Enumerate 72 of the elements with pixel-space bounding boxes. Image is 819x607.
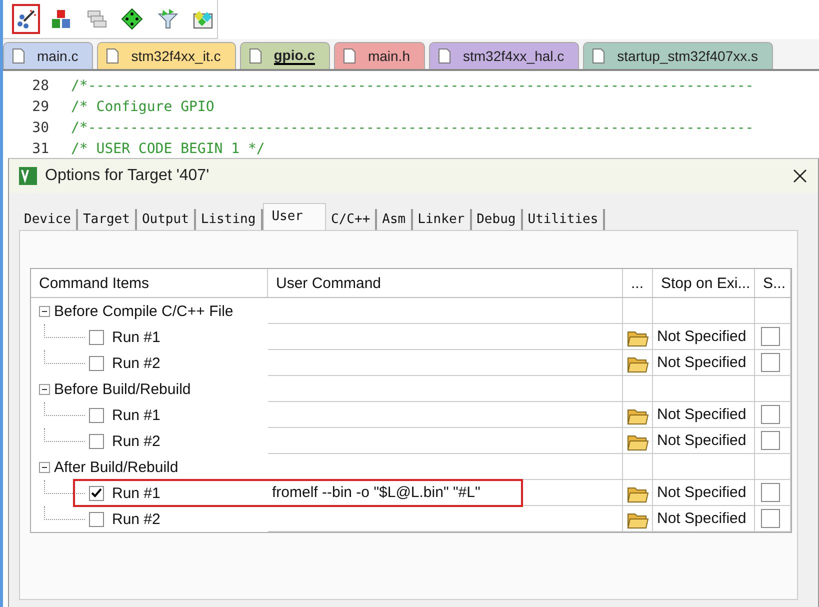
file-icon: [438, 48, 451, 64]
command-cell[interactable]: [268, 506, 623, 532]
line-number: 29: [31, 98, 50, 114]
command-cell[interactable]: [268, 350, 623, 376]
dialog-title: Options for Target '407': [45, 167, 210, 185]
line-number: 30: [31, 120, 50, 136]
app-logo-icon: [19, 167, 37, 185]
checkbox[interactable]: [761, 431, 780, 450]
checkbox[interactable]: [89, 434, 104, 448]
column-header[interactable]: User Command: [268, 269, 623, 297]
wizard-tool-button[interactable]: [12, 4, 40, 34]
checkbox[interactable]: [761, 353, 780, 372]
stop-option-cell[interactable]: Not Specified: [653, 480, 755, 506]
checkbox[interactable]: [761, 405, 780, 424]
file-tab[interactable]: startup_stm32f407xx.s: [583, 42, 774, 69]
stop-option-cell[interactable]: Not Specified: [653, 428, 755, 454]
collapse-icon[interactable]: [39, 462, 50, 472]
file-icon: [342, 48, 356, 64]
column-header[interactable]: S...: [755, 269, 791, 297]
file-icon: [592, 48, 606, 64]
tree-connector: [44, 506, 85, 520]
run-label: Run #2: [112, 510, 160, 528]
stop-option-cell[interactable]: Not Specified: [653, 506, 755, 532]
tree-connector: [44, 402, 85, 416]
stop-option-cell[interactable]: Not Specified: [653, 402, 755, 428]
group-label: Before Build/Rebuild: [54, 380, 191, 398]
file-tab[interactable]: main.c: [3, 42, 94, 69]
line-number: 31: [31, 140, 50, 156]
collapse-icon[interactable]: [39, 306, 50, 316]
file-tab[interactable]: main.h: [334, 42, 425, 69]
column-header[interactable]: Command Items: [31, 269, 268, 297]
line-number: 28: [31, 78, 50, 94]
tree-connector: [44, 324, 85, 338]
tree-connector: [44, 480, 85, 494]
file-icon: [248, 48, 262, 64]
group-label: After Build/Rebuild: [54, 458, 178, 476]
command-cell[interactable]: [268, 428, 623, 454]
code-comment: /*-------------------------------------------------------------------------------: [71, 78, 754, 94]
dialog-tab[interactable]: User: [262, 203, 326, 230]
checkbox[interactable]: [761, 327, 780, 346]
file-tab[interactable]: stm32f4xx_it.c: [97, 42, 236, 69]
command-cell[interactable]: [268, 402, 623, 428]
checkbox[interactable]: [89, 330, 104, 344]
code-comment: /*-------------------------------------------------------------------------------: [71, 120, 754, 136]
file-icon: [106, 48, 120, 64]
run-label: Run #2: [112, 354, 160, 372]
command-cell[interactable]: [268, 324, 623, 350]
command-cell[interactable]: fromelf --bin -o "$L@L.bin" "#L": [268, 480, 623, 506]
run-label: Run #1: [112, 406, 160, 424]
column-header[interactable]: ...: [623, 269, 653, 297]
stop-option-cell[interactable]: Not Specified: [653, 350, 755, 376]
run-label: Run #1: [112, 328, 160, 346]
close-icon[interactable]: [792, 168, 808, 184]
run-label: Run #2: [112, 432, 160, 450]
tree-connector: [44, 428, 85, 442]
group-label: Before Compile C/C++ File: [54, 302, 234, 320]
checkbox[interactable]: [761, 483, 780, 502]
checkbox[interactable]: [89, 356, 104, 370]
file-tab[interactable]: gpio.c: [240, 42, 330, 69]
column-header[interactable]: Stop on Exi...: [653, 269, 755, 297]
file-tab[interactable]: stm32f4xx_hal.c: [428, 42, 580, 69]
checkbox[interactable]: [89, 512, 104, 526]
code-comment: /* Configure GPIO: [71, 98, 214, 114]
collapse-icon[interactable]: [39, 384, 50, 394]
run-label: Run #1: [112, 484, 160, 502]
file-icon: [12, 48, 25, 64]
checkbox[interactable]: [761, 509, 780, 528]
tree-connector: [44, 350, 85, 364]
checkbox[interactable]: [89, 486, 104, 500]
code-comment: /* USER CODE BEGIN 1 */: [71, 140, 265, 156]
checkbox[interactable]: [89, 408, 104, 422]
stop-option-cell[interactable]: Not Specified: [653, 324, 755, 350]
